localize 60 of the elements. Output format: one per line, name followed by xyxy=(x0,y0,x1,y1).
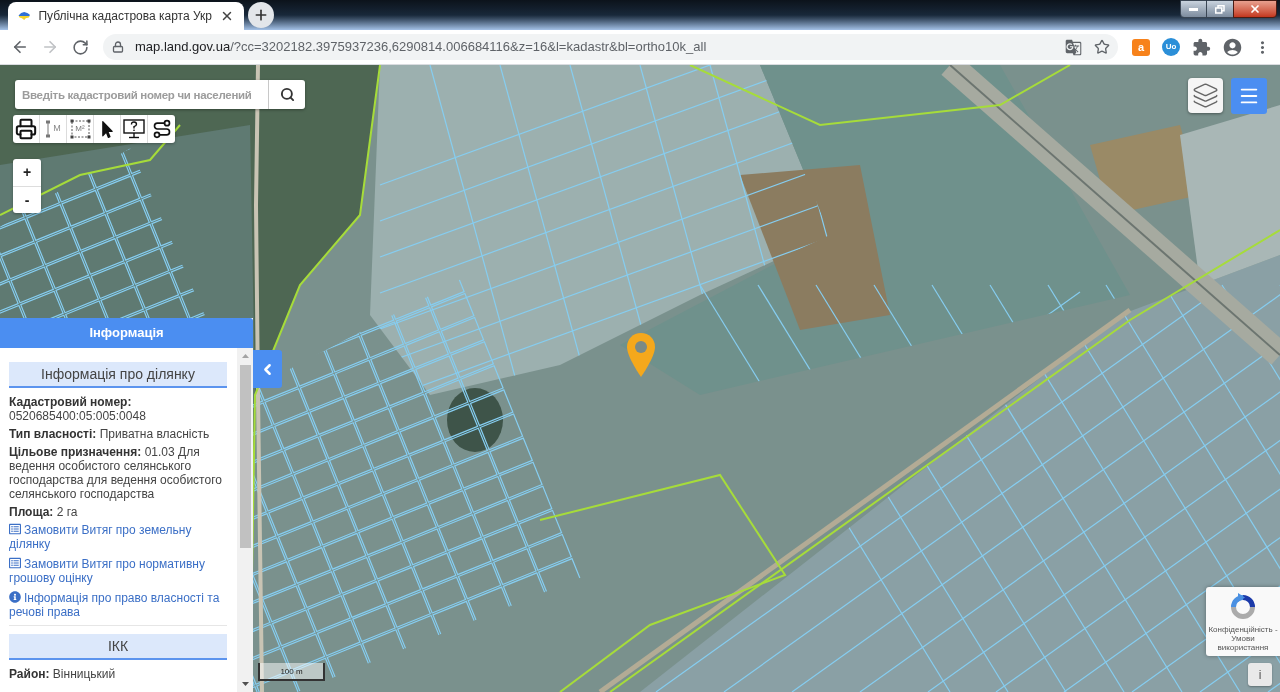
restore-icon xyxy=(1215,4,1225,14)
forward-arrow-icon xyxy=(41,38,59,56)
section-heading: ІКК xyxy=(9,634,227,660)
route-icon xyxy=(151,119,172,139)
list-icon xyxy=(9,557,21,569)
zoom-out-button[interactable]: - xyxy=(13,186,41,213)
recaptcha-text[interactable]: Конфіденційність - Умови використання xyxy=(1206,625,1280,652)
list-icon xyxy=(9,523,21,535)
layers-icon xyxy=(1192,82,1219,109)
minimize-button[interactable] xyxy=(1180,0,1207,18)
dashed-square-icon xyxy=(70,119,91,139)
distance-measure-button[interactable]: M xyxy=(40,115,67,143)
scrollbar[interactable] xyxy=(237,348,253,692)
section-heading: Інформація про ділянку xyxy=(9,362,227,388)
panel-link[interactable]: Замовити Витяг про нормативну грошову оцінку xyxy=(9,557,227,585)
puzzle-icon[interactable] xyxy=(1192,37,1211,57)
search-field[interactable]: Введіть кадастровий номер чи населений xyxy=(15,80,269,109)
new-tab-button[interactable] xyxy=(248,2,274,28)
scroll-down-icon[interactable] xyxy=(241,682,249,686)
menu-button[interactable] xyxy=(1231,78,1267,114)
profile-icon[interactable] xyxy=(1222,36,1243,58)
circular-arrows-icon xyxy=(1228,592,1258,622)
info-icon xyxy=(9,591,21,603)
layers-button[interactable] xyxy=(1188,78,1223,113)
search-button[interactable] xyxy=(269,80,305,109)
close-icon xyxy=(1249,3,1261,15)
parcel-field: Площа: 2 га xyxy=(9,505,227,519)
search-icon xyxy=(279,87,295,102)
panel-link[interactable]: Замовити Витяг про земельну ділянку xyxy=(9,523,227,551)
scale-bar: 100 m xyxy=(258,663,325,681)
extension-button[interactable]: Uo xyxy=(1162,38,1180,56)
collapse-panel-button[interactable] xyxy=(253,350,282,388)
ruler-icon xyxy=(45,120,52,138)
help-button[interactable] xyxy=(121,115,148,143)
parcel-field: Кадастровий номер: 0520685400:05:005:0048 xyxy=(9,395,227,423)
browser-tab[interactable]: Публічна кадастрова карта Укр xyxy=(8,2,244,30)
parcel-field: Район: Вінницький xyxy=(9,667,227,681)
address-bar[interactable]: map.land.gov.ua/?cc=3202182.3975937236,6290814.006684116&z=16&l=kadastr&bl=ortho10k_all xyxy=(103,34,1118,60)
area-measure-button[interactable]: M² xyxy=(67,115,94,143)
country-outline-icon xyxy=(18,10,31,22)
plus-icon xyxy=(253,7,269,23)
parcel-field: Тип власності: Приватна власність xyxy=(9,427,227,441)
parcel-field: Цільове призначення: 01.03 Для ведення особистого селянського господарства для ведення особистого селянського господарства xyxy=(9,445,227,501)
print-button[interactable] xyxy=(13,115,40,143)
minimize-icon xyxy=(1189,7,1198,11)
translate-icon[interactable] xyxy=(1065,38,1082,56)
bookmark-star-icon[interactable] xyxy=(1094,39,1110,55)
zoom-in-button[interactable]: + xyxy=(13,159,41,186)
panel-header: Інформація xyxy=(0,318,253,348)
printer-icon xyxy=(15,118,37,140)
scrollbar-thumb[interactable] xyxy=(239,365,251,548)
info-button[interactable]: i xyxy=(1248,663,1272,686)
monitor-question-icon xyxy=(123,119,145,139)
window-close-button[interactable] xyxy=(1233,0,1277,18)
panel-link[interactable]: Інформація про право власності та речові права xyxy=(9,591,227,619)
map-pin-icon xyxy=(626,332,656,378)
lock-icon xyxy=(112,41,124,53)
reload-icon xyxy=(71,38,89,56)
close-icon[interactable] xyxy=(220,9,234,23)
restore-button[interactable] xyxy=(1207,0,1233,18)
